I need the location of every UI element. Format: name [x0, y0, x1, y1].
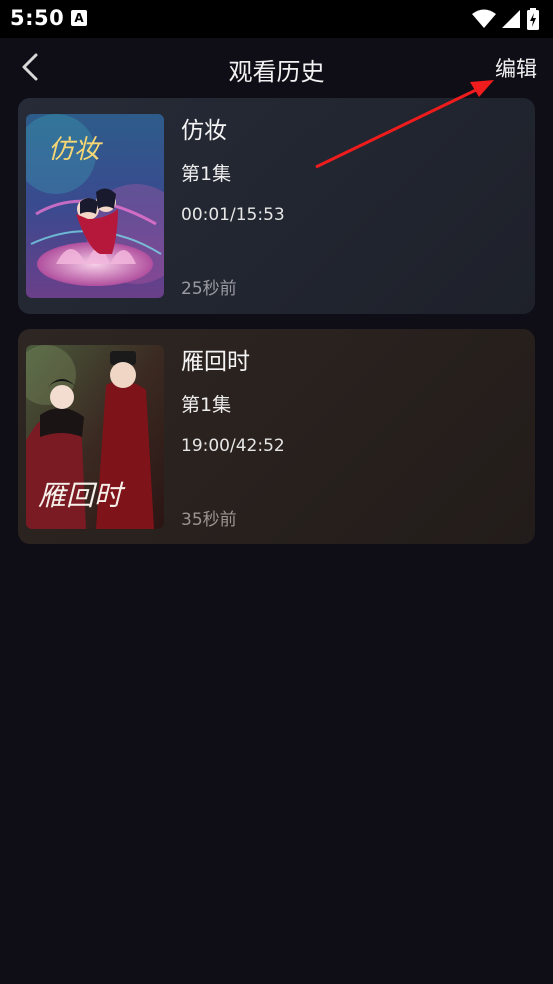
item-watched-ago: 25秒前 [181, 279, 237, 299]
item-episode: 第1集 [181, 394, 232, 416]
item-progress: 00:01/15:53 [181, 205, 285, 225]
notification-a-icon: A [71, 10, 87, 26]
item-title: 仿妆 [181, 118, 227, 144]
history-list: 仿妆 仿妆 第1集 00:01/15:53 25秒前 雁回时 雁回时 第1集 1… [18, 98, 535, 559]
item-progress: 19:00/42:52 [181, 436, 285, 456]
poster-title-text: 仿妆 [48, 135, 103, 165]
status-bar: 5:50 A [0, 0, 553, 38]
signal-icon [502, 10, 520, 28]
poster-image[interactable]: 雁回时 [26, 345, 164, 529]
status-icons [471, 8, 541, 30]
item-episode: 第1集 [181, 163, 232, 185]
header: 观看历史 编辑 [0, 38, 553, 100]
wifi-icon [472, 9, 496, 28]
item-watched-ago: 35秒前 [181, 510, 237, 530]
history-item[interactable]: 仿妆 仿妆 第1集 00:01/15:53 25秒前 [18, 98, 535, 314]
item-info: 雁回时 第1集 19:00/42:52 [181, 347, 525, 457]
item-info: 仿妆 第1集 00:01/15:53 [181, 116, 525, 226]
poster-image[interactable]: 仿妆 [26, 114, 164, 298]
edit-button[interactable]: 编辑 [495, 53, 537, 83]
page-title: 观看历史 [228, 58, 325, 86]
screen: 5:50 A 观看历史 编辑 仿妆 仿妆 第1集 00:01/15:53 25秒… [0, 0, 553, 984]
item-title: 雁回时 [181, 349, 250, 375]
history-item[interactable]: 雁回时 雁回时 第1集 19:00/42:52 35秒前 [18, 329, 535, 544]
status-time: 5:50 [10, 6, 65, 30]
battery-icon [527, 8, 539, 30]
poster-title-text: 雁回时 [38, 479, 126, 512]
